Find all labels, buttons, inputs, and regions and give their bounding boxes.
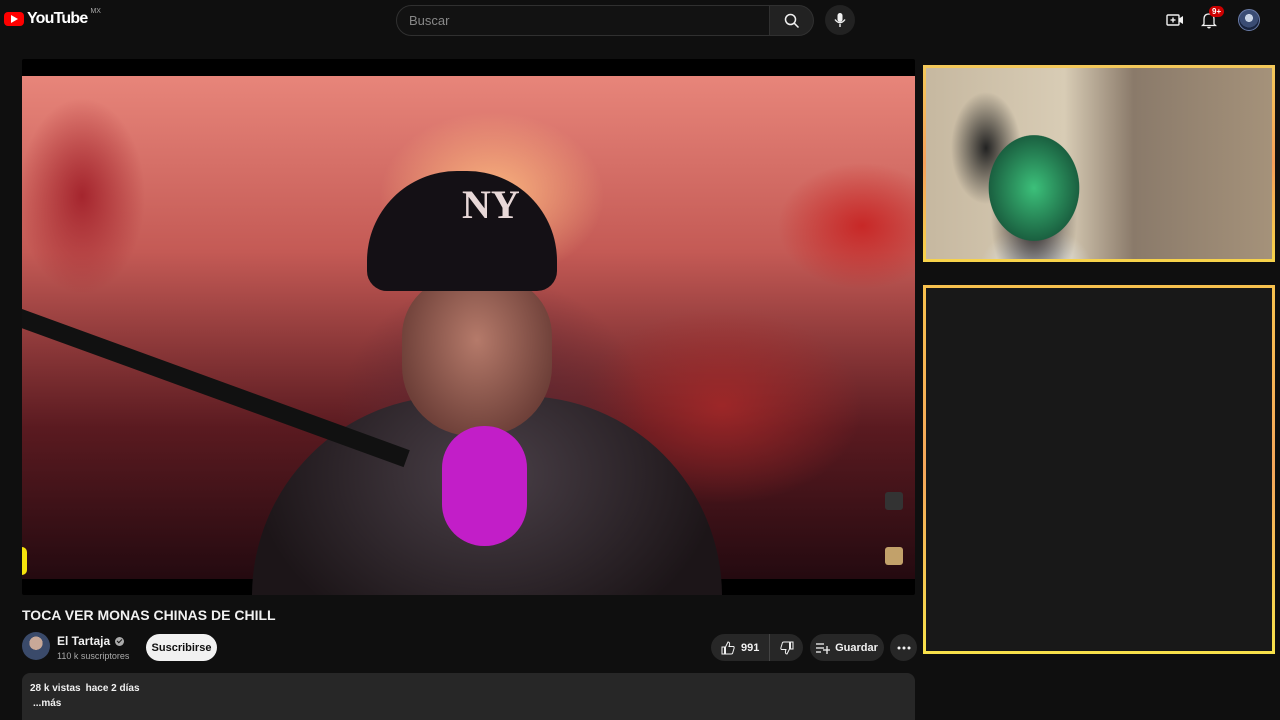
lock-icon xyxy=(885,492,903,510)
microphone-icon xyxy=(834,13,846,27)
description-box[interactable]: 28 k vistas hace 2 días ...más xyxy=(22,673,915,720)
like-dislike-group: 991 xyxy=(711,634,803,661)
description-meta: 28 k vistas hace 2 días xyxy=(30,683,907,694)
save-button[interactable]: Guardar xyxy=(810,634,884,661)
video-frame[interactable]: NY xyxy=(22,76,915,595)
search-icon xyxy=(784,13,799,28)
view-count: 28 k vistas xyxy=(30,683,81,694)
side-tab-indicator[interactable] xyxy=(22,547,27,575)
voice-search-button[interactable] xyxy=(825,5,855,35)
notification-count-badge: 9+ xyxy=(1209,6,1225,17)
verified-icon xyxy=(115,636,125,646)
subscribe-button[interactable]: Suscribirse xyxy=(146,634,217,661)
search-input[interactable] xyxy=(396,5,770,36)
dislike-button[interactable] xyxy=(770,634,803,661)
show-more-link[interactable]: ...más xyxy=(33,698,907,709)
publish-date: hace 2 días xyxy=(85,683,140,694)
like-count: 991 xyxy=(741,641,760,654)
notifications-button[interactable]: 9+ xyxy=(1197,6,1225,32)
thumbs-up-icon xyxy=(721,640,735,654)
like-button[interactable]: 991 xyxy=(711,634,771,661)
logo-text: YouTube xyxy=(27,10,88,27)
video-player[interactable]: NY xyxy=(22,59,915,595)
microphone-shape xyxy=(442,426,527,546)
create-video-icon xyxy=(1166,14,1183,26)
facecam-video xyxy=(926,68,1272,259)
streamer-face xyxy=(402,276,552,436)
emote-icon xyxy=(885,547,903,565)
save-label: Guardar xyxy=(835,641,878,654)
more-actions-button[interactable] xyxy=(890,634,917,661)
video-title: TOCA VER MONAS CHINAS DE CHILL xyxy=(22,607,276,623)
youtube-play-icon xyxy=(4,12,24,26)
youtube-logo[interactable]: YouTube MX xyxy=(4,7,101,28)
channel-name-row[interactable]: El Tartaja xyxy=(57,634,125,648)
account-avatar[interactable] xyxy=(1238,9,1260,31)
playlist-add-icon xyxy=(816,642,831,654)
facecam-frame xyxy=(923,65,1275,262)
channel-avatar[interactable] xyxy=(22,632,50,660)
top-bar: YouTube MX 9+ xyxy=(0,0,1280,40)
chat-overlay-frame xyxy=(923,285,1275,654)
channel-name[interactable]: El Tartaja xyxy=(57,634,110,648)
search-button[interactable] xyxy=(770,5,814,36)
subscriber-count: 110 k suscriptores xyxy=(57,651,130,661)
mic-arm-shape xyxy=(22,306,410,468)
create-button[interactable] xyxy=(1163,8,1187,32)
thumbs-down-icon xyxy=(780,641,794,655)
cap-logo-graphic: NY xyxy=(462,182,520,227)
logo-region: MX xyxy=(90,7,101,15)
search-bar xyxy=(396,5,814,36)
more-horizontal-icon xyxy=(897,646,910,649)
